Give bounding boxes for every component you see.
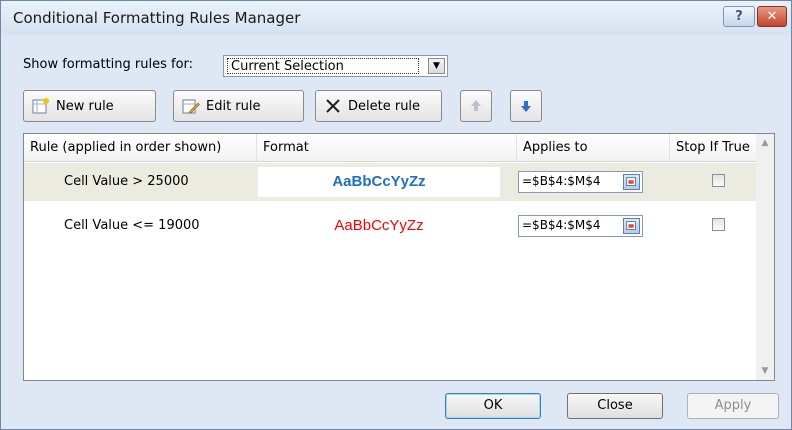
rule-row[interactable]: Cell Value <= 19000 AaBbCcYyZz =$B$4:$M$… bbox=[24, 207, 756, 245]
new-rule-icon bbox=[32, 98, 49, 114]
applies-to-value: =$B$4:$M$4 bbox=[522, 218, 601, 232]
show-rules-selected-value: Current Selection bbox=[227, 58, 419, 74]
help-button[interactable]: ? bbox=[723, 6, 755, 27]
column-header-format[interactable]: Format bbox=[257, 134, 517, 161]
show-rules-select[interactable]: Current Selection ▼ bbox=[223, 55, 448, 77]
chevron-down-icon[interactable]: ▼ bbox=[428, 58, 445, 74]
format-preview: AaBbCcYyZz bbox=[258, 167, 500, 197]
vertical-scrollbar[interactable]: ▲ ▼ bbox=[756, 134, 774, 380]
move-down-button[interactable] bbox=[510, 90, 542, 122]
applies-to-value: =$B$4:$M$4 bbox=[522, 174, 601, 188]
ok-button[interactable]: OK bbox=[445, 393, 541, 419]
format-preview: AaBbCcYyZz bbox=[258, 211, 500, 241]
rule-condition: Cell Value <= 19000 bbox=[64, 218, 200, 233]
rules-list-header: Rule (applied in order shown) Format App… bbox=[24, 134, 756, 162]
close-window-button[interactable]: ✕ bbox=[757, 6, 787, 27]
applies-to-field[interactable]: =$B$4:$M$4 bbox=[518, 215, 643, 237]
rules-manager-dialog: Conditional Formatting Rules Manager ? ✕… bbox=[0, 0, 792, 430]
title-bar[interactable]: Conditional Formatting Rules Manager ? ✕ bbox=[1, 1, 791, 35]
edit-rule-button[interactable]: Edit rule bbox=[173, 90, 304, 122]
delete-icon bbox=[326, 99, 340, 113]
delete-rule-button[interactable]: Delete rule bbox=[315, 90, 442, 122]
rules-list[interactable]: Rule (applied in order shown) Format App… bbox=[23, 133, 775, 381]
column-header-applies-to[interactable]: Applies to bbox=[517, 134, 670, 161]
rule-condition: Cell Value > 25000 bbox=[64, 174, 189, 189]
apply-button[interactable]: Apply bbox=[687, 393, 779, 419]
stop-if-true-checkbox[interactable] bbox=[712, 218, 725, 231]
move-up-button[interactable] bbox=[460, 90, 492, 122]
new-rule-button[interactable]: New rule bbox=[23, 90, 156, 122]
applies-to-field[interactable]: =$B$4:$M$4 bbox=[518, 171, 643, 193]
show-rules-label: Show formatting rules for: bbox=[23, 57, 194, 72]
new-rule-label: New rule bbox=[56, 99, 114, 114]
range-picker-icon[interactable] bbox=[623, 174, 640, 190]
column-header-rule[interactable]: Rule (applied in order shown) bbox=[24, 134, 257, 161]
edit-rule-label: Edit rule bbox=[206, 99, 261, 114]
rule-row[interactable]: Cell Value > 25000 AaBbCcYyZz =$B$4:$M$4 bbox=[24, 163, 756, 201]
close-button[interactable]: Close bbox=[567, 393, 663, 419]
delete-rule-label: Delete rule bbox=[348, 99, 421, 114]
range-picker-icon[interactable] bbox=[623, 218, 640, 234]
dialog-title: Conditional Formatting Rules Manager bbox=[13, 9, 301, 27]
scroll-down-icon[interactable]: ▼ bbox=[756, 362, 774, 380]
arrow-up-icon bbox=[471, 100, 481, 111]
edit-rule-icon bbox=[182, 99, 200, 114]
stop-if-true-checkbox[interactable] bbox=[712, 174, 725, 187]
column-header-stop-if-true[interactable]: Stop If True bbox=[670, 134, 756, 161]
arrow-down-icon bbox=[521, 101, 531, 112]
scroll-up-icon[interactable]: ▲ bbox=[756, 134, 774, 152]
